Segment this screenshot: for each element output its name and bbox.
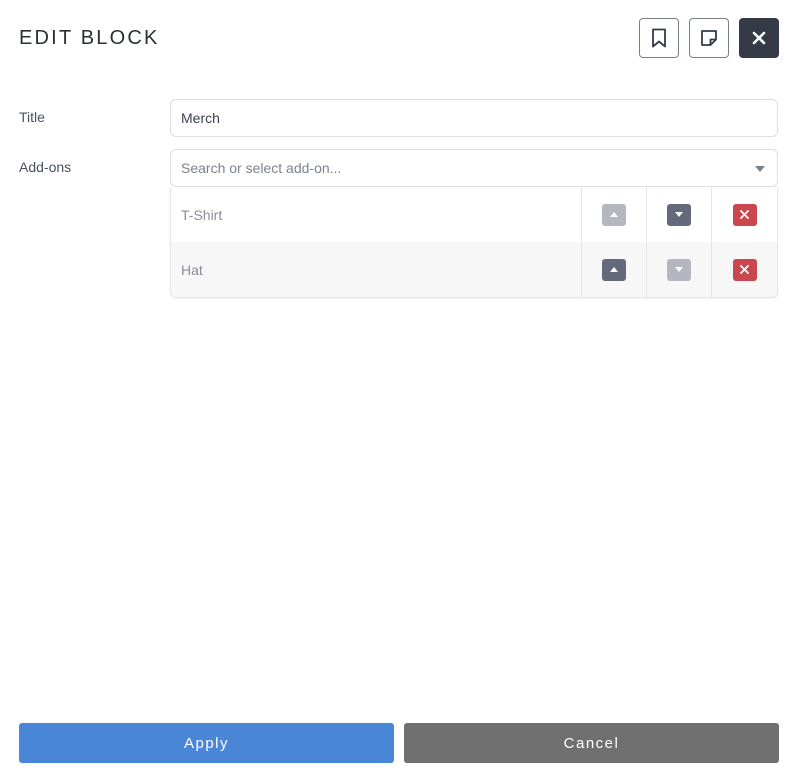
move-up-cell	[582, 187, 647, 242]
close-button[interactable]	[739, 18, 779, 58]
addon-list: T-Shirt Hat	[170, 187, 778, 298]
arrow-down-icon	[675, 212, 683, 217]
move-up-button[interactable]	[602, 258, 626, 281]
move-down-cell	[647, 187, 712, 242]
sticky-note-icon	[701, 30, 717, 46]
addon-name: T-Shirt	[171, 187, 582, 242]
arrow-up-icon	[610, 212, 618, 217]
addons-label: Add-ons	[19, 159, 72, 175]
arrow-up-icon	[610, 267, 618, 272]
cancel-button[interactable]: Cancel	[404, 723, 779, 763]
edit-block-dialog: EDIT BLOCK Title Merch Add-ons Search or…	[0, 0, 796, 783]
title-input-value: Merch	[181, 110, 220, 126]
addon-search-placeholder: Search or select add-on...	[181, 160, 342, 176]
bookmark-button[interactable]	[639, 18, 679, 58]
move-up-cell	[582, 242, 647, 297]
arrow-down-icon	[675, 267, 683, 272]
move-down-button[interactable]	[667, 203, 691, 226]
bookmark-icon	[652, 28, 666, 48]
addon-search-select[interactable]: Search or select add-on...	[170, 149, 778, 187]
close-icon	[740, 210, 749, 219]
move-down-button[interactable]	[667, 258, 691, 281]
chevron-down-icon[interactable]	[755, 166, 765, 172]
addon-name: Hat	[171, 242, 582, 297]
title-input[interactable]: Merch	[170, 99, 778, 137]
title-label: Title	[19, 109, 45, 125]
remove-addon-button[interactable]	[732, 258, 757, 281]
close-icon	[740, 265, 749, 274]
dialog-title: EDIT BLOCK	[19, 27, 160, 49]
apply-button[interactable]: Apply	[19, 723, 394, 763]
addon-row: T-Shirt	[171, 187, 777, 242]
remove-cell	[712, 242, 777, 297]
move-down-cell	[647, 242, 712, 297]
note-button[interactable]	[689, 18, 729, 58]
remove-cell	[712, 187, 777, 242]
close-icon	[752, 31, 766, 45]
remove-addon-button[interactable]	[732, 203, 757, 226]
move-up-button[interactable]	[602, 203, 626, 226]
addon-row: Hat	[171, 242, 777, 297]
